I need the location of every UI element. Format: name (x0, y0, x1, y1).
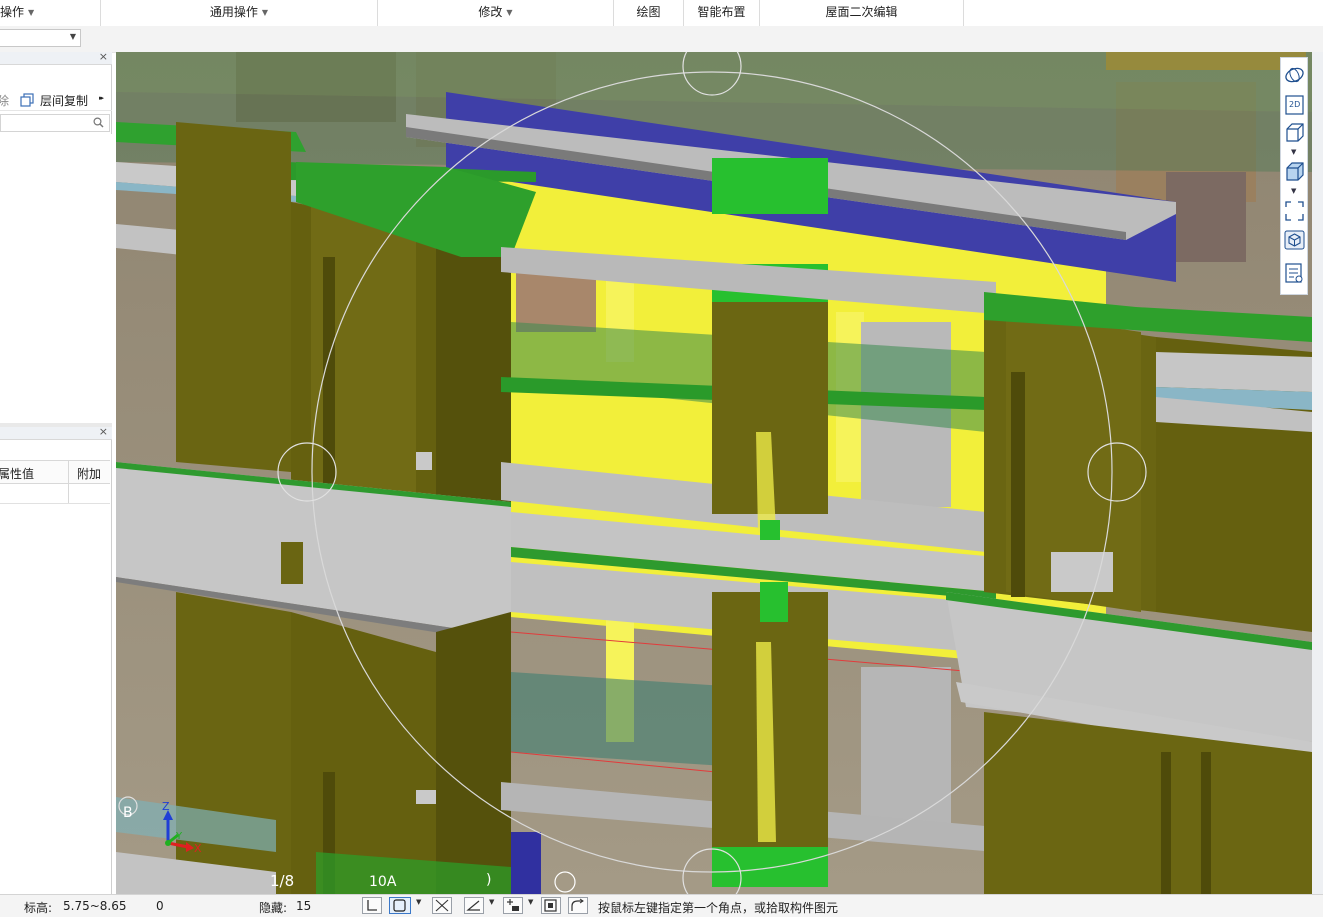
ribbon-group-operation[interactable]: 操作 ▼ (0, 0, 101, 26)
select-region-icon[interactable] (1284, 200, 1305, 222)
cross-select-icon[interactable] (432, 897, 452, 914)
chevron-down-icon[interactable]: ▼ (416, 898, 421, 906)
ribbon-group-draw[interactable]: 绘图 (614, 0, 684, 26)
column-header-value: 属性值 (0, 467, 35, 481)
status-bar: 标高: 5.75~8.65 0 隐藏: 15 ▼ ▼ ▼ 按鼠标左键指定第一个角… (0, 894, 1323, 917)
ribbon-group-bar: 操作 ▼ 通用操作 ▼ 修改 ▼ 绘图 智能布置 屋面二次编辑 (0, 0, 1323, 27)
close-icon[interactable]: × (99, 50, 108, 63)
more-tools-icon[interactable]: ▸▸ (99, 94, 104, 102)
copy-floor-icon (20, 93, 34, 110)
ribbon-group-modify[interactable]: 修改 ▼ (378, 0, 614, 26)
grid-axis-label: ) (486, 872, 492, 888)
axis-z-label: Z (162, 800, 170, 813)
left-panel: × 除 层间复制 ▸▸ × 属性值 附加 (0, 50, 112, 894)
save-view-icon[interactable] (541, 897, 561, 914)
ribbon-group-common-ops[interactable]: 通用操作 ▼ (101, 0, 378, 26)
view-toolbar: 2D ▼ ▼ (1280, 57, 1308, 295)
properties-table-row[interactable] (0, 484, 110, 504)
chevron-down-icon[interactable]: ▼ (1291, 148, 1296, 156)
floor-select[interactable]: ▼ (0, 29, 81, 47)
right-scroll-strip[interactable] (1312, 52, 1323, 894)
ribbon-group-smart-layout-label: 智能布置 (697, 5, 746, 19)
column-divider (68, 461, 69, 483)
hidden-count: 15 (296, 899, 312, 913)
orbit-icon[interactable] (1284, 64, 1305, 86)
chevron-down-icon[interactable]: ▼ (489, 898, 494, 906)
delete-button-partial[interactable]: 除 (0, 92, 9, 109)
view-3d-solid-icon[interactable] (1284, 161, 1305, 183)
chevron-down-icon: ▼ (506, 8, 513, 17)
ribbon-group-draw-label: 绘图 (636, 5, 661, 19)
angle-icon[interactable] (464, 897, 484, 914)
view-2d-icon[interactable]: 2D (1284, 94, 1305, 116)
building-model-render (116, 52, 1312, 894)
chevron-down-icon[interactable]: ▼ (1291, 187, 1296, 195)
grid-axis-label: 10A (369, 874, 397, 890)
3d-viewport[interactable]: Z Y X B 1/8 10A ) (116, 52, 1312, 894)
view-2d-label: 2D (1289, 100, 1301, 109)
ribbon-group-common-ops-label: 通用操作 (209, 5, 258, 19)
chevron-down-icon: ▼ (261, 8, 269, 17)
sub-toolbar: ▼ (0, 26, 1323, 53)
ribbon-group-roof-edit-label: 屋面二次编辑 (825, 5, 898, 19)
properties-table-header: 属性值 附加 (0, 460, 110, 484)
rect-select-icon[interactable] (389, 897, 411, 914)
chevron-down-icon[interactable]: ▼ (528, 898, 533, 906)
component-tree[interactable] (0, 134, 112, 423)
grid-axis-label: 1/8 (270, 872, 295, 890)
ribbon-group-modify-label: 修改 (478, 5, 503, 19)
curve-icon[interactable] (568, 897, 588, 914)
elevation-label: 标高: (24, 901, 53, 915)
ribbon-group-operation-label: 操作 (0, 5, 25, 19)
ortho-snap-icon[interactable] (362, 897, 382, 914)
selection-count: 0 (156, 899, 164, 913)
ribbon-group-smart-layout[interactable]: 智能布置 (684, 0, 760, 26)
component-search-input[interactable] (0, 114, 110, 132)
close-icon[interactable]: × (99, 425, 108, 438)
offset-snap-icon[interactable] (503, 897, 523, 914)
column-header-extra: 附加 (77, 467, 102, 481)
properties-list-icon[interactable] (1284, 262, 1305, 284)
chevron-down-icon: ▼ (28, 8, 35, 17)
component-panel-header: × (0, 50, 112, 65)
search-icon[interactable] (93, 117, 104, 131)
copy-between-floors-button[interactable]: 层间复制 (40, 92, 88, 109)
column-divider (68, 484, 69, 503)
grid-axis-label: B (123, 805, 133, 821)
view-3d-box-icon[interactable] (1284, 122, 1305, 144)
elevation-value: 5.75~8.65 (63, 899, 127, 913)
axis-x-label: X (194, 842, 202, 855)
ribbon-group-roof-edit[interactable]: 屋面二次编辑 (760, 0, 964, 26)
hidden-label: 隐藏: (259, 901, 288, 915)
chevron-down-icon: ▼ (69, 32, 76, 41)
axis-y-label: Y (176, 831, 183, 842)
component-panel-toolbar: 除 层间复制 ▸▸ (0, 89, 112, 111)
isolate-icon[interactable] (1284, 229, 1305, 251)
command-prompt: 按鼠标左键指定第一个角点，或拾取构件图元 (598, 901, 839, 915)
properties-panel-header: × (0, 425, 112, 440)
